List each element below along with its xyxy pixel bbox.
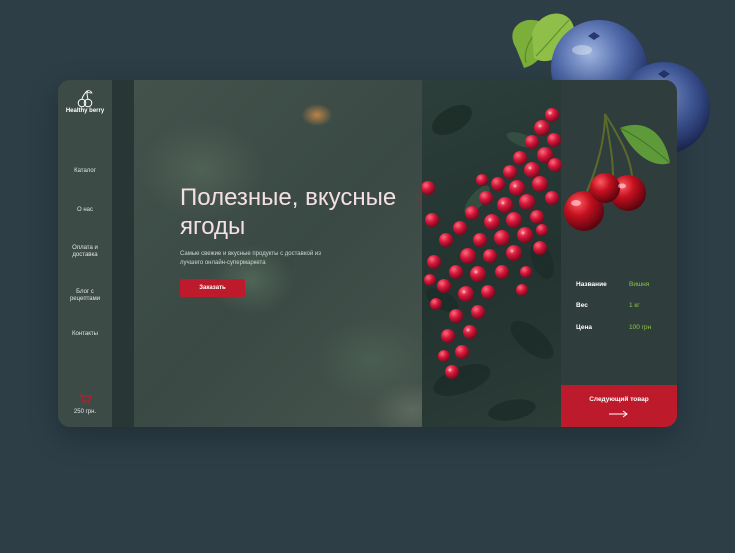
berries-photo [422,80,561,427]
product-weight-value: 1 кг [629,302,640,309]
sidebar-divider [112,80,134,427]
nav-item-recipes-blog[interactable]: Блог с рецептами [58,289,112,303]
arrow-right-icon [609,410,628,418]
nav-item-payment-delivery[interactable]: Оплата и доставка [58,245,112,259]
hero-title: Полезные, вкусные ягоды [180,184,397,240]
nav-item-about[interactable]: О нас [58,207,112,214]
hero-subtitle: Самые свежие и вкусные продукты с достав… [180,251,321,266]
nav-item-catalog[interactable]: Каталог [58,168,112,175]
cherry-logo-icon[interactable] [77,90,93,108]
next-product-button[interactable]: Следующий товар [561,385,677,427]
next-product-label: Следующий товар [589,396,649,403]
cart-total: 250 грн. [73,409,97,415]
order-button[interactable]: Заказать [180,279,245,297]
product-name-label: Название [576,281,607,288]
nav-item-contacts[interactable]: Контакты [58,331,112,338]
product-price-label: Цена [576,324,592,331]
sidebar: Healthy berry Каталог О нас Оплата и дос… [58,80,112,427]
red-berries-image [422,104,561,421]
cherry-image [564,113,671,231]
cart-icon[interactable] [78,393,92,405]
brand-name[interactable]: Healthy berry [58,108,112,114]
product-weight-label: Вес [576,302,588,309]
product-name-value: Вишня [629,281,650,288]
product-price-value: 100 грн [629,324,652,331]
